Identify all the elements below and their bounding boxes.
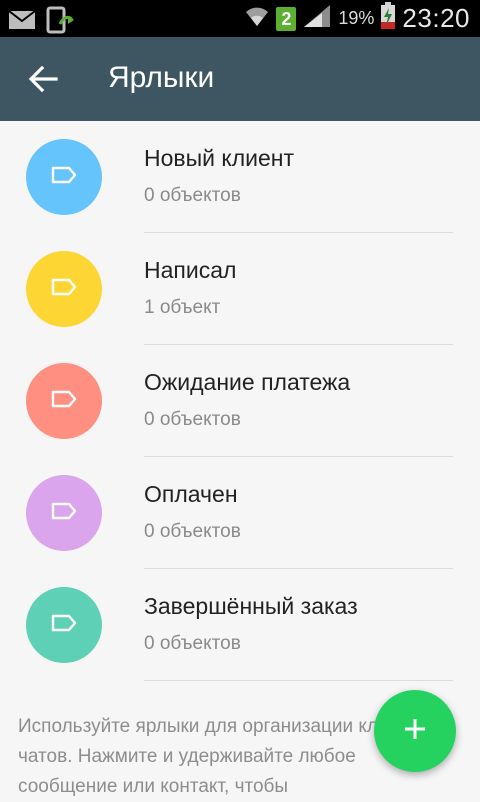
sim-badge: 2	[276, 6, 297, 31]
clock: 23:20	[402, 3, 470, 33]
download-icon	[46, 6, 76, 39]
tag-icon	[51, 390, 77, 413]
tag-icon	[51, 502, 77, 525]
label-avatar	[26, 139, 102, 215]
arrow-left-icon[interactable]	[28, 65, 58, 93]
add-label-button[interactable]	[374, 690, 456, 772]
label-item-paid[interactable]: Оплачен 0 объектов	[0, 457, 480, 569]
label-avatar	[26, 251, 102, 327]
signal-icon	[302, 3, 332, 34]
label-item-awaiting-payment[interactable]: Ожидание платежа 0 объектов	[0, 345, 480, 457]
wifi-icon	[244, 4, 270, 33]
label-count: 0 объектов	[144, 185, 241, 206]
label-avatar	[26, 475, 102, 551]
tag-icon	[51, 278, 77, 301]
label-count: 1 объект	[144, 297, 221, 318]
battery-charging-icon	[380, 2, 396, 35]
tag-icon	[51, 166, 77, 189]
label-name: Новый клиент	[144, 145, 295, 171]
label-item-completed-order[interactable]: Завершённый заказ 0 объектов	[0, 569, 480, 681]
label-name: Ожидание платежа	[144, 369, 351, 395]
divider	[144, 680, 453, 681]
page-title: Ярлыки	[108, 61, 215, 94]
tag-icon	[51, 614, 77, 637]
plus-icon	[403, 717, 427, 746]
label-count: 0 объектов	[144, 409, 241, 430]
label-avatar	[26, 587, 102, 663]
label-name: Оплачен	[144, 481, 238, 507]
label-count: 0 объектов	[144, 633, 241, 654]
label-item-new-client[interactable]: Новый клиент 0 объектов	[0, 121, 480, 233]
label-count: 0 объектов	[144, 521, 241, 542]
app-bar: Ярлыки	[0, 37, 480, 121]
label-avatar	[26, 363, 102, 439]
label-item-wrote[interactable]: Написал 1 объект	[0, 233, 480, 345]
battery-percent: 19%	[338, 8, 375, 28]
label-name: Завершённый заказ	[144, 593, 358, 619]
label-name: Написал	[144, 257, 237, 283]
email-icon	[8, 9, 36, 36]
labels-list: Новый клиент 0 объектов Написал 1 объект…	[0, 121, 480, 681]
status-bar: 2 19% 23:20	[0, 0, 480, 37]
